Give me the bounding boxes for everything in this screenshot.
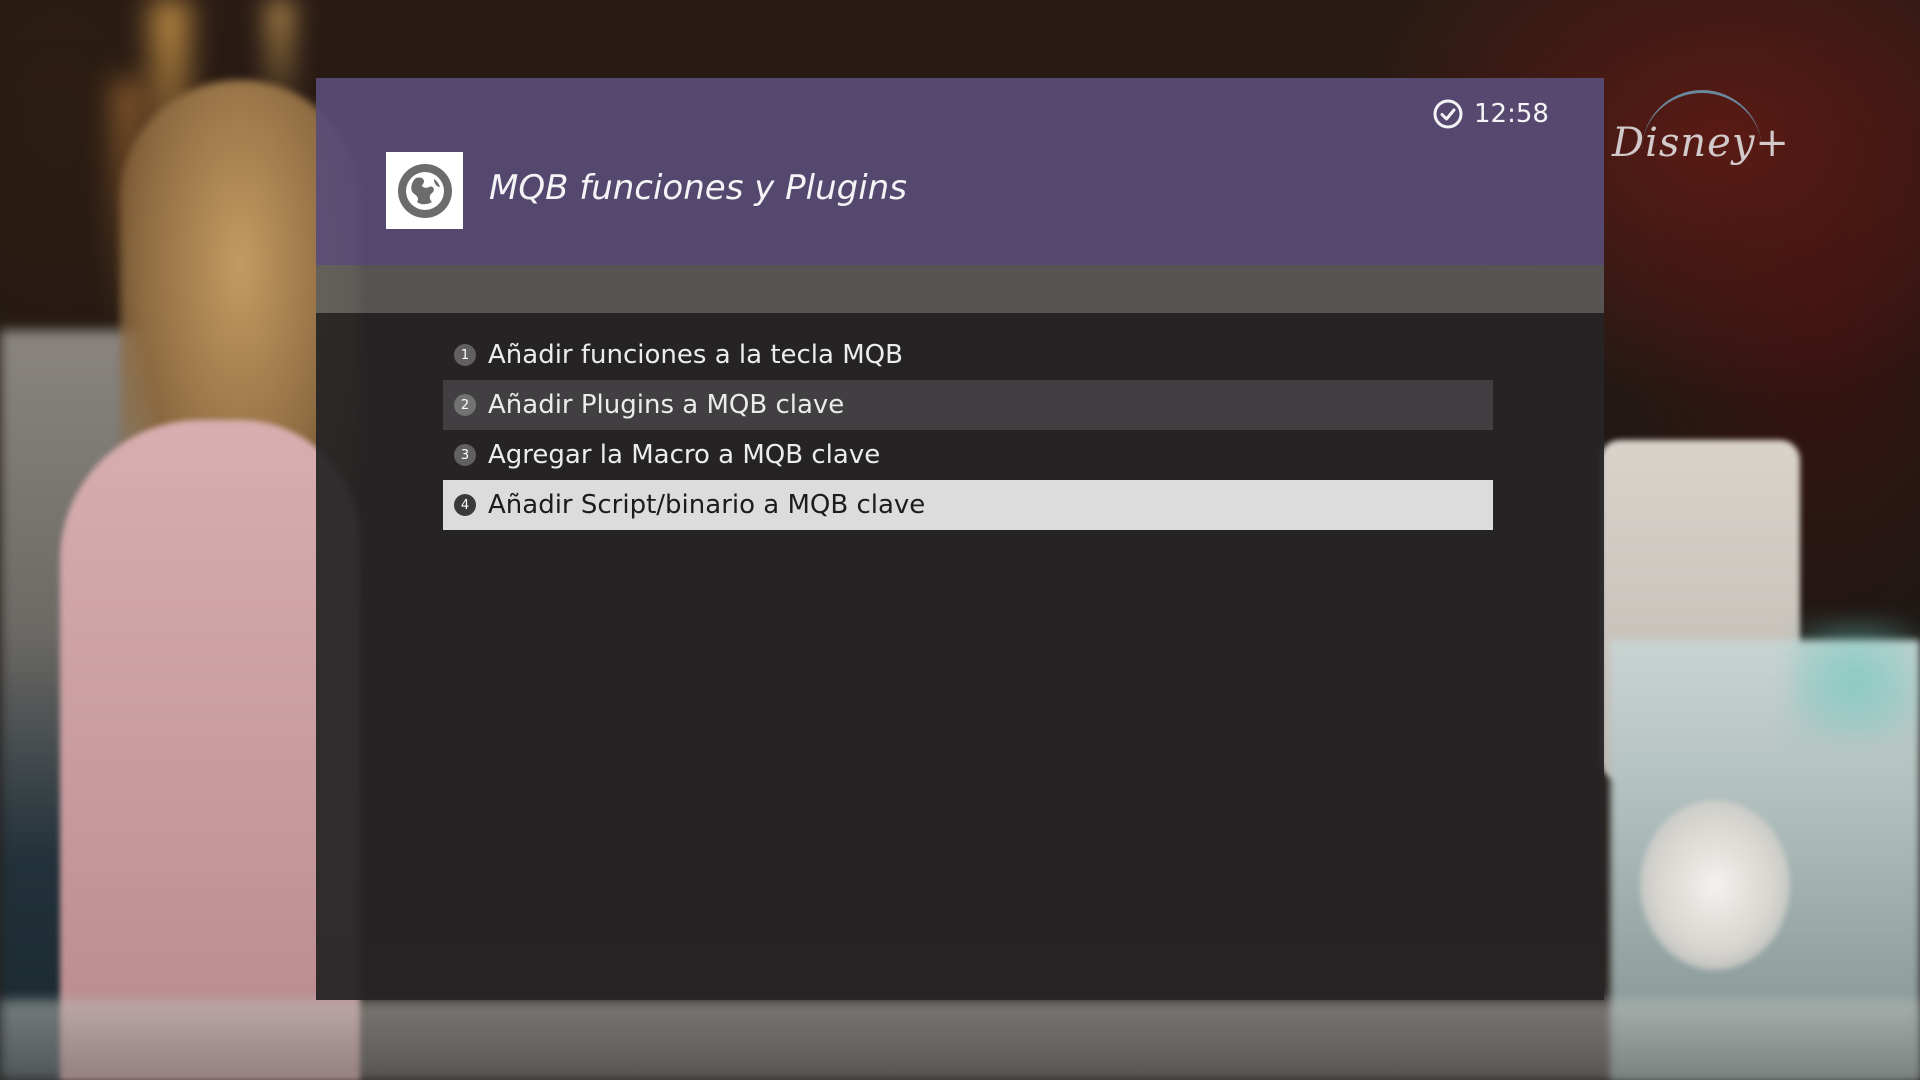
menu-item-label: Añadir Script/binario a MQB clave [488,490,926,520]
menu-item-number: 2 [454,394,476,416]
menu-item-number: 1 [454,344,476,366]
menu-item-add-functions[interactable]: 1 Añadir funciones a la tecla MQB [443,330,1493,380]
menu-item-label: Agregar la Macro a MQB clave [488,440,881,470]
menu-list: 1 Añadir funciones a la tecla MQB 2 Añad… [443,330,1493,530]
dialog-subbar [316,265,1604,313]
clock: 12:58 [1432,96,1549,132]
menu-item-add-script[interactable]: 4 Añadir Script/binario a MQB clave [443,480,1493,530]
menu-item-number: 4 [454,494,476,516]
menu-item-add-plugins[interactable]: 2 Añadir Plugins a MQB clave [443,380,1493,430]
channel-logo: Disney+ [1612,90,1789,182]
menu-item-label: Añadir Plugins a MQB clave [488,390,845,420]
plugins-dialog: MQB funciones y Plugins 12:58 1 Añadir f… [316,78,1604,1000]
dialog-title: MQB funciones y Plugins [489,168,907,208]
menu-item-add-macro[interactable]: 3 Agregar la Macro a MQB clave [443,430,1493,480]
globe-icon [386,152,463,229]
dialog-header: MQB funciones y Plugins 12:58 [316,78,1604,265]
menu-item-label: Añadir funciones a la tecla MQB [488,340,903,370]
menu-item-number: 3 [454,444,476,466]
clock-time: 12:58 [1474,99,1549,129]
channel-logo-text: Disney+ [1612,120,1790,166]
clock-icon [1432,98,1464,130]
